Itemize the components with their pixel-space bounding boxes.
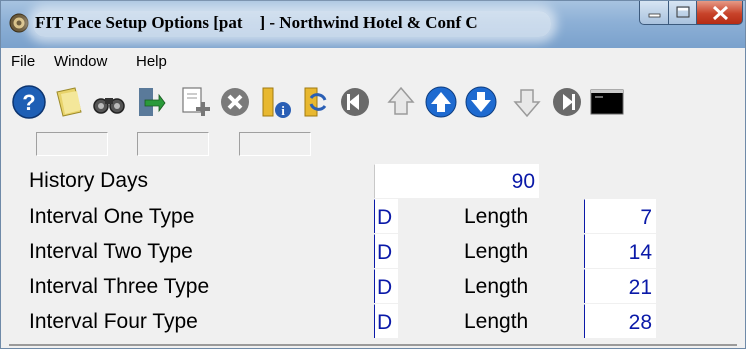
minimize-icon <box>648 13 661 18</box>
window-title: FIT Pace Setup Options [pat ] - Northwin… <box>35 13 478 32</box>
next-record-button[interactable] <box>463 84 499 120</box>
refresh-icon <box>304 87 327 117</box>
menu-bar: File Window Help <box>9 49 737 73</box>
app-window: FIT Pace Setup Options [pat ] - Northwin… <box>0 0 746 349</box>
app-icon[interactable] <box>9 13 29 33</box>
interval-one-label: Interval One Type <box>29 205 195 228</box>
menu-file[interactable]: File <box>11 53 35 70</box>
interval-one-length-label: Length <box>464 205 529 228</box>
interval-three-type-field[interactable]: D <box>374 269 398 303</box>
exit-door-icon <box>139 88 166 116</box>
interval-two-length-field[interactable]: 14 <box>584 234 656 268</box>
binoculars-icon <box>93 98 125 114</box>
interval-four-length-label: Length <box>464 310 529 333</box>
previous-page-button[interactable] <box>383 84 419 120</box>
svg-text:?: ? <box>22 90 35 115</box>
console-icon <box>590 89 624 115</box>
exit-button[interactable] <box>131 84 167 120</box>
new-record-icon <box>182 87 210 116</box>
notes-button[interactable] <box>51 84 87 120</box>
pace-setup-form: History Days 90 Interval One Type D Leng… <box>9 161 737 346</box>
console-button[interactable] <box>589 84 625 120</box>
refresh-button[interactable] <box>297 84 333 120</box>
first-record-icon <box>341 88 369 116</box>
interval-one-length-field[interactable]: 7 <box>584 199 656 233</box>
bottom-divider <box>9 344 737 346</box>
close-icon <box>712 5 729 21</box>
new-record-button[interactable] <box>177 84 213 120</box>
last-record-icon <box>553 88 581 116</box>
close-button[interactable] <box>696 1 743 25</box>
toolbar: ? i <box>9 79 737 125</box>
next-page-icon <box>513 89 541 118</box>
status-field-3 <box>239 132 311 156</box>
status-field-1 <box>36 132 108 156</box>
menu-help[interactable]: Help <box>136 53 167 70</box>
history-days-label: History Days <box>29 169 149 192</box>
status-field-2 <box>137 132 209 156</box>
first-record-button[interactable] <box>337 84 373 120</box>
title-bar[interactable]: FIT Pace Setup Options [pat ] - Northwin… <box>1 1 745 48</box>
interval-two-label: Interval Two Type <box>29 240 193 263</box>
svg-text:i: i <box>281 103 285 118</box>
notes-icon <box>56 87 82 117</box>
delete-button[interactable] <box>217 84 253 120</box>
previous-page-icon <box>387 86 415 115</box>
previous-record-button[interactable] <box>423 84 459 120</box>
interval-three-label: Interval Three Type <box>29 275 210 298</box>
delete-icon <box>221 88 249 116</box>
help-button[interactable]: ? <box>11 84 47 120</box>
interval-four-type-field[interactable]: D <box>374 304 398 338</box>
history-days-field[interactable]: 90 <box>374 164 539 198</box>
folder-info-icon: i <box>262 87 291 118</box>
previous-record-icon <box>425 86 457 118</box>
next-record-icon <box>465 86 497 118</box>
minimize-button[interactable] <box>639 1 669 25</box>
interval-two-type-field[interactable]: D <box>374 234 398 268</box>
interval-two-length-label: Length <box>464 240 529 263</box>
interval-four-label: Interval Four Type <box>29 310 198 333</box>
interval-one-type-field[interactable]: D <box>374 199 398 233</box>
last-record-button[interactable] <box>549 84 585 120</box>
search-button[interactable] <box>91 84 127 120</box>
interval-four-length-field[interactable]: 28 <box>584 304 656 338</box>
maximize-button[interactable] <box>668 1 697 25</box>
folder-info-button[interactable]: i <box>257 84 293 120</box>
maximize-icon <box>676 6 690 18</box>
interval-three-length-field[interactable]: 21 <box>584 269 656 303</box>
next-page-button[interactable] <box>509 84 545 120</box>
interval-three-length-label: Length <box>464 275 529 298</box>
help-icon: ? <box>12 85 46 119</box>
menu-window[interactable]: Window <box>54 53 107 70</box>
